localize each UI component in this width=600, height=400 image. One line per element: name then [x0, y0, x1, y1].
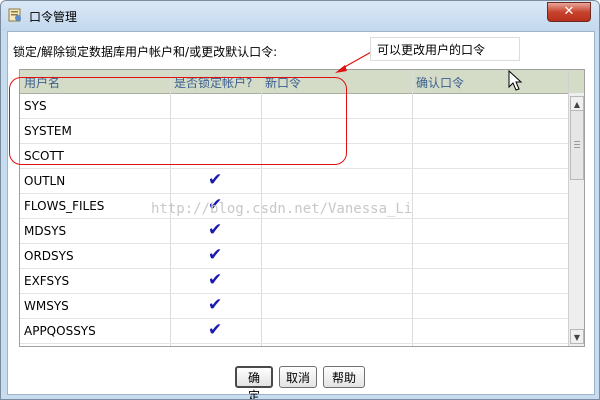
dialog-icon	[8, 8, 21, 22]
window-title: 口令管理	[29, 10, 78, 24]
username-cell: FLOWS_FILES	[24, 199, 105, 213]
arrow-down-icon[interactable]: ▼	[570, 329, 584, 344]
close-icon: ✕	[563, 4, 575, 19]
username-cell: OUTLN	[24, 174, 66, 188]
username-cell: APPQOSSYS	[24, 324, 96, 338]
checkmark-icon[interactable]: ✔	[208, 170, 222, 190]
column-header-confirm-password[interactable]: 确认口令	[416, 74, 464, 91]
annotation-box	[9, 77, 347, 165]
prompt-label: 锁定/解除锁定数据库用户帐户和/或更改默认口令:	[13, 45, 278, 59]
table-row[interactable]: EXFSYS ✔	[20, 268, 568, 294]
cancel-button[interactable]: 取消	[279, 366, 317, 388]
table-row[interactable]: APPQOSSYS ✔	[20, 318, 568, 344]
help-button[interactable]: 帮助	[323, 366, 365, 388]
username-cell: MDSYS	[24, 224, 67, 238]
scroll-thumb[interactable]	[570, 110, 584, 180]
ok-button[interactable]: 确定	[235, 366, 273, 399]
username-cell: WMSYS	[24, 299, 69, 313]
dialog-window: 口令管理 ✕ 锁定/解除锁定数据库用户帐户和/或更改默认口令: 用户名 是否锁定…	[0, 0, 600, 400]
table-row[interactable]: WMSYS ✔	[20, 293, 568, 319]
watermark: http://blog.csdn.net/Vanessa_Li	[151, 201, 413, 217]
table-row[interactable]: ORDSYS ✔	[20, 243, 568, 269]
username-cell: ORDSYS	[24, 249, 74, 263]
checkmark-icon[interactable]: ✔	[208, 295, 222, 315]
close-button[interactable]: ✕	[547, 2, 591, 22]
table-row[interactable]: OUTLN ✔	[20, 168, 568, 194]
checkmark-icon[interactable]: ✔	[208, 220, 222, 240]
table-row[interactable]: MDSYS ✔	[20, 218, 568, 244]
arrow-up-icon[interactable]: ▲	[570, 96, 584, 111]
username-cell: EXFSYS	[24, 274, 70, 288]
checkmark-icon[interactable]: ✔	[208, 245, 222, 265]
checkmark-icon[interactable]: ✔	[208, 270, 222, 290]
title-bar[interactable]: 口令管理 ✕	[1, 1, 599, 31]
mouse-pointer-icon	[508, 70, 523, 91]
checkmark-icon[interactable]: ✔	[208, 320, 222, 340]
vertical-scrollbar[interactable]: ▲ ▼	[568, 70, 584, 346]
annotation-label: 可以更改用户的口令	[370, 37, 520, 61]
